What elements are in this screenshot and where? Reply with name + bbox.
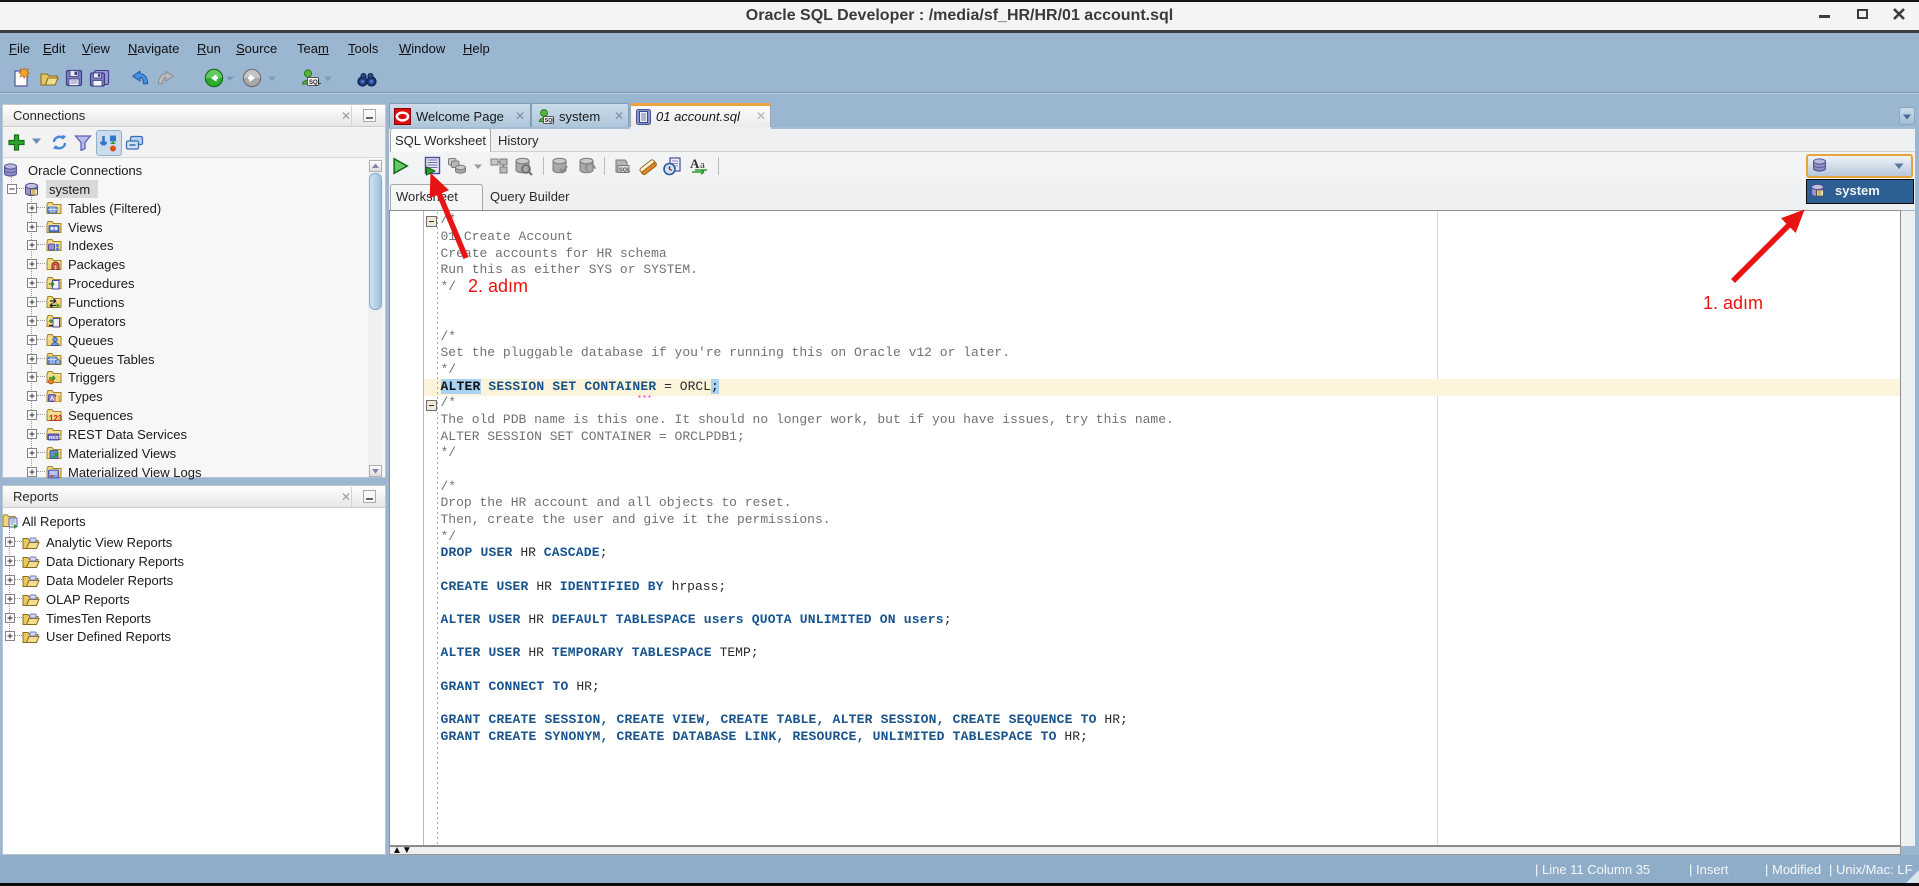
svg-text:a: a [700,159,705,171]
svg-text:SQL: SQL [619,168,631,174]
svg-text:9: 9 [56,397,59,403]
svg-text:123: 123 [49,414,62,423]
svg-text:A: A [690,156,700,171]
svg-text:SQL: SQL [545,118,554,124]
svg-text:REST: REST [49,435,61,440]
svg-text:A: A [50,397,55,403]
svg-text:SQL: SQL [309,80,321,86]
